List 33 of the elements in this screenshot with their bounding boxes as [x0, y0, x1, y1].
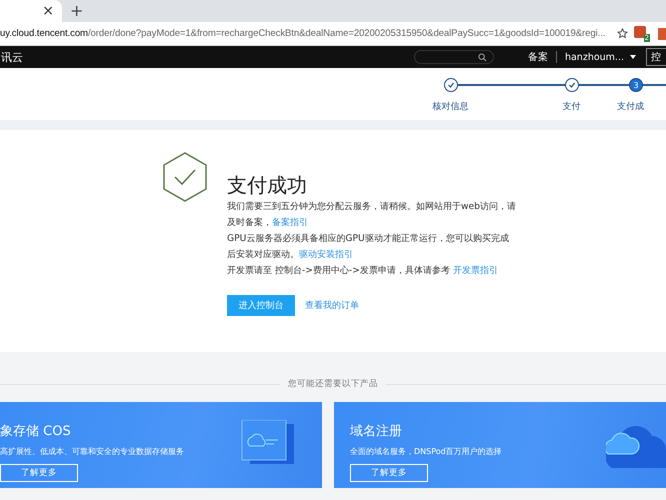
product-description: 全面的域名服务，DNSPod百万用户的选择: [350, 446, 503, 457]
step-label: 核对信息: [432, 100, 468, 113]
check-icon: [568, 81, 576, 89]
address-bar[interactable]: uy.cloud.tencent.com/order/done?payMode=1&from=rechargeCheckBtn&dealName=20200205315950&dealPaySucc=1&goodsId=100019&regi...: [0, 28, 611, 39]
close-icon[interactable]: ×: [42, 4, 54, 18]
product-description: 高扩展性、低成本、可靠和安全的专业数据存储服务: [0, 446, 185, 457]
user-menu[interactable]: hanzhoum...: [564, 52, 624, 62]
info-paragraph: 开发票请至 控制台->费用中心->发票申请，具体请参考 开发票指引: [227, 264, 499, 278]
brand-logo[interactable]: 讯云: [1, 50, 414, 64]
search-icon[interactable]: [478, 52, 487, 62]
check-icon: [446, 81, 454, 89]
star-icon[interactable]: [617, 28, 628, 39]
guide-link[interactable]: 驱动安装指引: [299, 249, 353, 260]
search-field[interactable]: [414, 50, 494, 64]
section-heading: 您可能还需要以下产品: [288, 378, 378, 390]
product-title: 象存储 COS: [0, 423, 72, 440]
step-label: 支付: [562, 100, 580, 113]
orders-link[interactable]: 查看我的订单: [305, 299, 359, 312]
info-paragraph: GPU云服务器必须具备相应的GPU驱动才能正常运行，您可以购买完成后安装对应驱动。驱动安装指引: [227, 232, 510, 262]
nav-button[interactable]: 控: [646, 48, 666, 66]
caret-icon[interactable]: [630, 55, 636, 59]
success-check-icon: [163, 152, 207, 202]
info-paragraph: 我们需要三到五分钟为您分配云服务，请稍候。如网站用于web访问，请及时备案，备案指引: [227, 200, 517, 230]
step-label: 支付成: [617, 100, 644, 113]
step-indicator: 3: [629, 78, 643, 92]
browser-window-drawing: [240, 420, 296, 466]
browser-tab[interactable]: ×: [0, 0, 62, 22]
new-tab-button[interactable]: +: [70, 3, 84, 19]
guide-link[interactable]: 备案指引: [272, 217, 308, 228]
product-title: 域名注册: [350, 423, 403, 440]
nav-link[interactable]: 备案: [528, 50, 548, 64]
extension-icon[interactable]: [658, 28, 666, 40]
success-title: 支付成功: [227, 172, 308, 199]
